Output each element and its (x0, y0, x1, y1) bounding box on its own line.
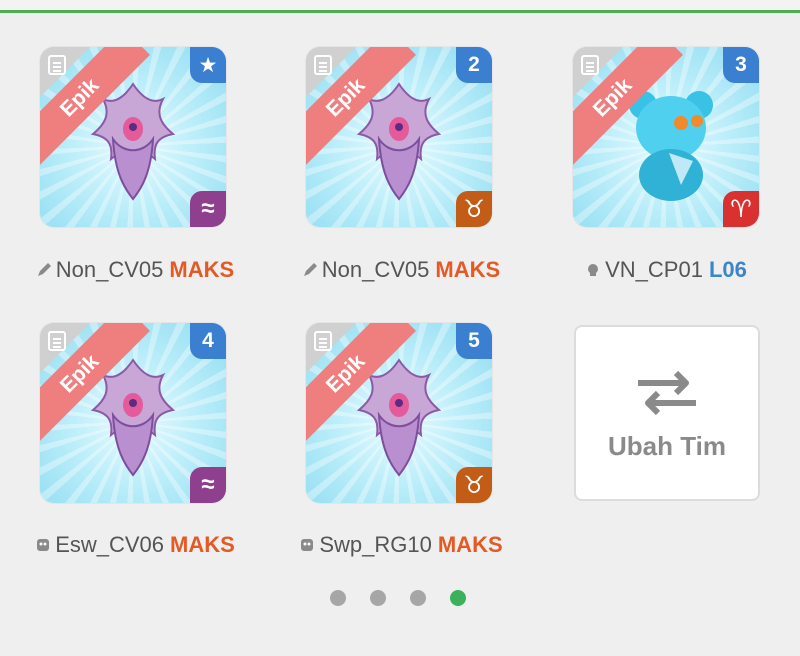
owner-caption-1: Non_CV05 MAKS (15, 257, 255, 283)
mask-icon (37, 539, 50, 551)
monster-card-4[interactable]: Epik 4 ≈ (40, 323, 226, 503)
owner-caption-4: Esw_CV06 MAKS (15, 532, 255, 558)
skull-icon (588, 264, 599, 276)
note-icon[interactable] (581, 55, 599, 75)
pen-icon (37, 263, 51, 276)
page-dot[interactable] (370, 590, 386, 606)
note-icon[interactable] (48, 55, 66, 75)
swap-team-label: Ubah Tim (608, 430, 726, 461)
taurus-icon: ♉ (456, 191, 492, 227)
note-icon[interactable] (48, 331, 66, 351)
aries-icon: ♈ (723, 191, 759, 227)
monster-card-5[interactable]: Epik 5 ♉ (306, 323, 492, 503)
page-dot-active[interactable] (450, 590, 466, 606)
owner-caption-2: Non_CV05 MAKS (281, 257, 521, 283)
swap-team-button[interactable]: Ubah Tim (574, 325, 760, 501)
monster-card-1[interactable]: Epik ★ ≈ (40, 47, 226, 227)
number-badge: 5 (456, 323, 492, 359)
monster-card-2[interactable]: Epik 2 ♉ (306, 47, 492, 227)
number-badge: 2 (456, 47, 492, 83)
page-dot[interactable] (330, 590, 346, 606)
swap-arrows-icon (638, 370, 696, 415)
star-icon: ★ (190, 47, 226, 83)
page-indicator (330, 590, 466, 606)
wave-icon: ≈ (190, 191, 226, 227)
owner-caption-5: Swp_RG10 MAKS (281, 532, 521, 558)
monster-card-3[interactable]: Epik 3 ♈ (573, 47, 759, 227)
number-badge: 4 (190, 323, 226, 359)
wave-icon: ≈ (190, 467, 226, 503)
page-dot[interactable] (410, 590, 426, 606)
mask-icon (301, 539, 314, 551)
top-bar (0, 0, 800, 13)
note-icon[interactable] (314, 55, 332, 75)
pen-icon (303, 263, 317, 276)
taurus-icon: ♉ (456, 467, 492, 503)
note-icon[interactable] (314, 331, 332, 351)
owner-caption-3: VN_CP01 L06 (546, 257, 786, 283)
number-badge: 3 (723, 47, 759, 83)
